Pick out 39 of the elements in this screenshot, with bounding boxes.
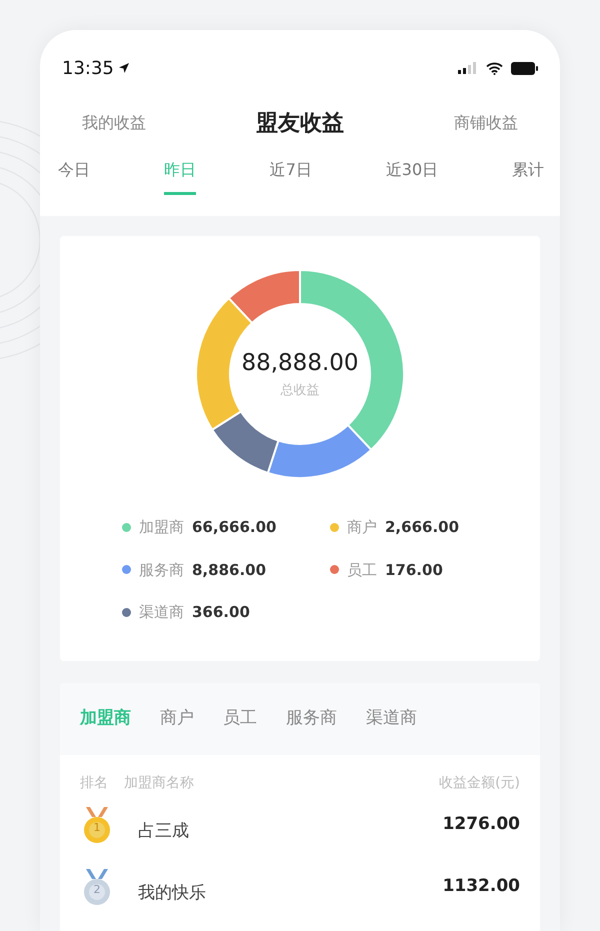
rank-number: 2 <box>92 882 102 898</box>
legend-value: 176.00 <box>385 560 443 580</box>
category-tab[interactable]: 员工 <box>223 706 257 732</box>
income-amount: 1132.00 <box>442 875 520 898</box>
location-arrow-icon <box>118 62 130 74</box>
category-tab[interactable]: 商户 <box>160 706 194 732</box>
signal-icon <box>458 62 478 74</box>
merchant-name: 占三成 <box>138 820 189 844</box>
header-tab[interactable]: 盟友收益 <box>254 102 346 144</box>
category-tab[interactable]: 渠道商 <box>366 706 417 732</box>
income-amount: 1276.00 <box>442 813 520 836</box>
wifi-icon <box>486 62 503 74</box>
legend-label: 渠道商 <box>139 602 184 623</box>
rank-number: 1 <box>92 820 102 836</box>
category-tab[interactable]: 服务商 <box>286 706 337 732</box>
period-tab[interactable]: 近30日 <box>386 158 438 195</box>
header-tab[interactable]: 我的收益 <box>80 107 148 139</box>
period-tab[interactable]: 近7日 <box>270 158 312 195</box>
total-label: 总收益 <box>280 382 320 400</box>
category-tab[interactable]: 加盟商 <box>80 706 131 732</box>
legend-value: 366.00 <box>192 602 250 623</box>
legend-value: 8,886.00 <box>192 560 266 580</box>
status-time: 13:35 <box>62 56 114 80</box>
legend-label: 加盟商 <box>139 517 184 538</box>
column-header: 加盟商名称 <box>124 774 194 793</box>
legend-value: 2,666.00 <box>385 517 460 538</box>
battery-icon <box>511 62 538 74</box>
legend-label: 商户 <box>347 517 377 538</box>
legend-value: 66,666.00 <box>192 517 276 538</box>
total-amount: 88,888.00 <box>240 349 360 378</box>
period-tab[interactable]: 昨日 <box>164 158 196 195</box>
column-header: 排名 <box>80 774 108 793</box>
column-header: 收益金额(元) <box>439 774 520 793</box>
merchant-name: 我的快乐 <box>138 882 206 906</box>
legend-label: 服务商 <box>139 560 184 580</box>
header-tab[interactable]: 商铺收益 <box>452 107 520 139</box>
period-tab[interactable]: 今日 <box>58 158 90 195</box>
legend-label: 员工 <box>347 560 377 580</box>
period-tab[interactable]: 累计 <box>512 158 544 195</box>
